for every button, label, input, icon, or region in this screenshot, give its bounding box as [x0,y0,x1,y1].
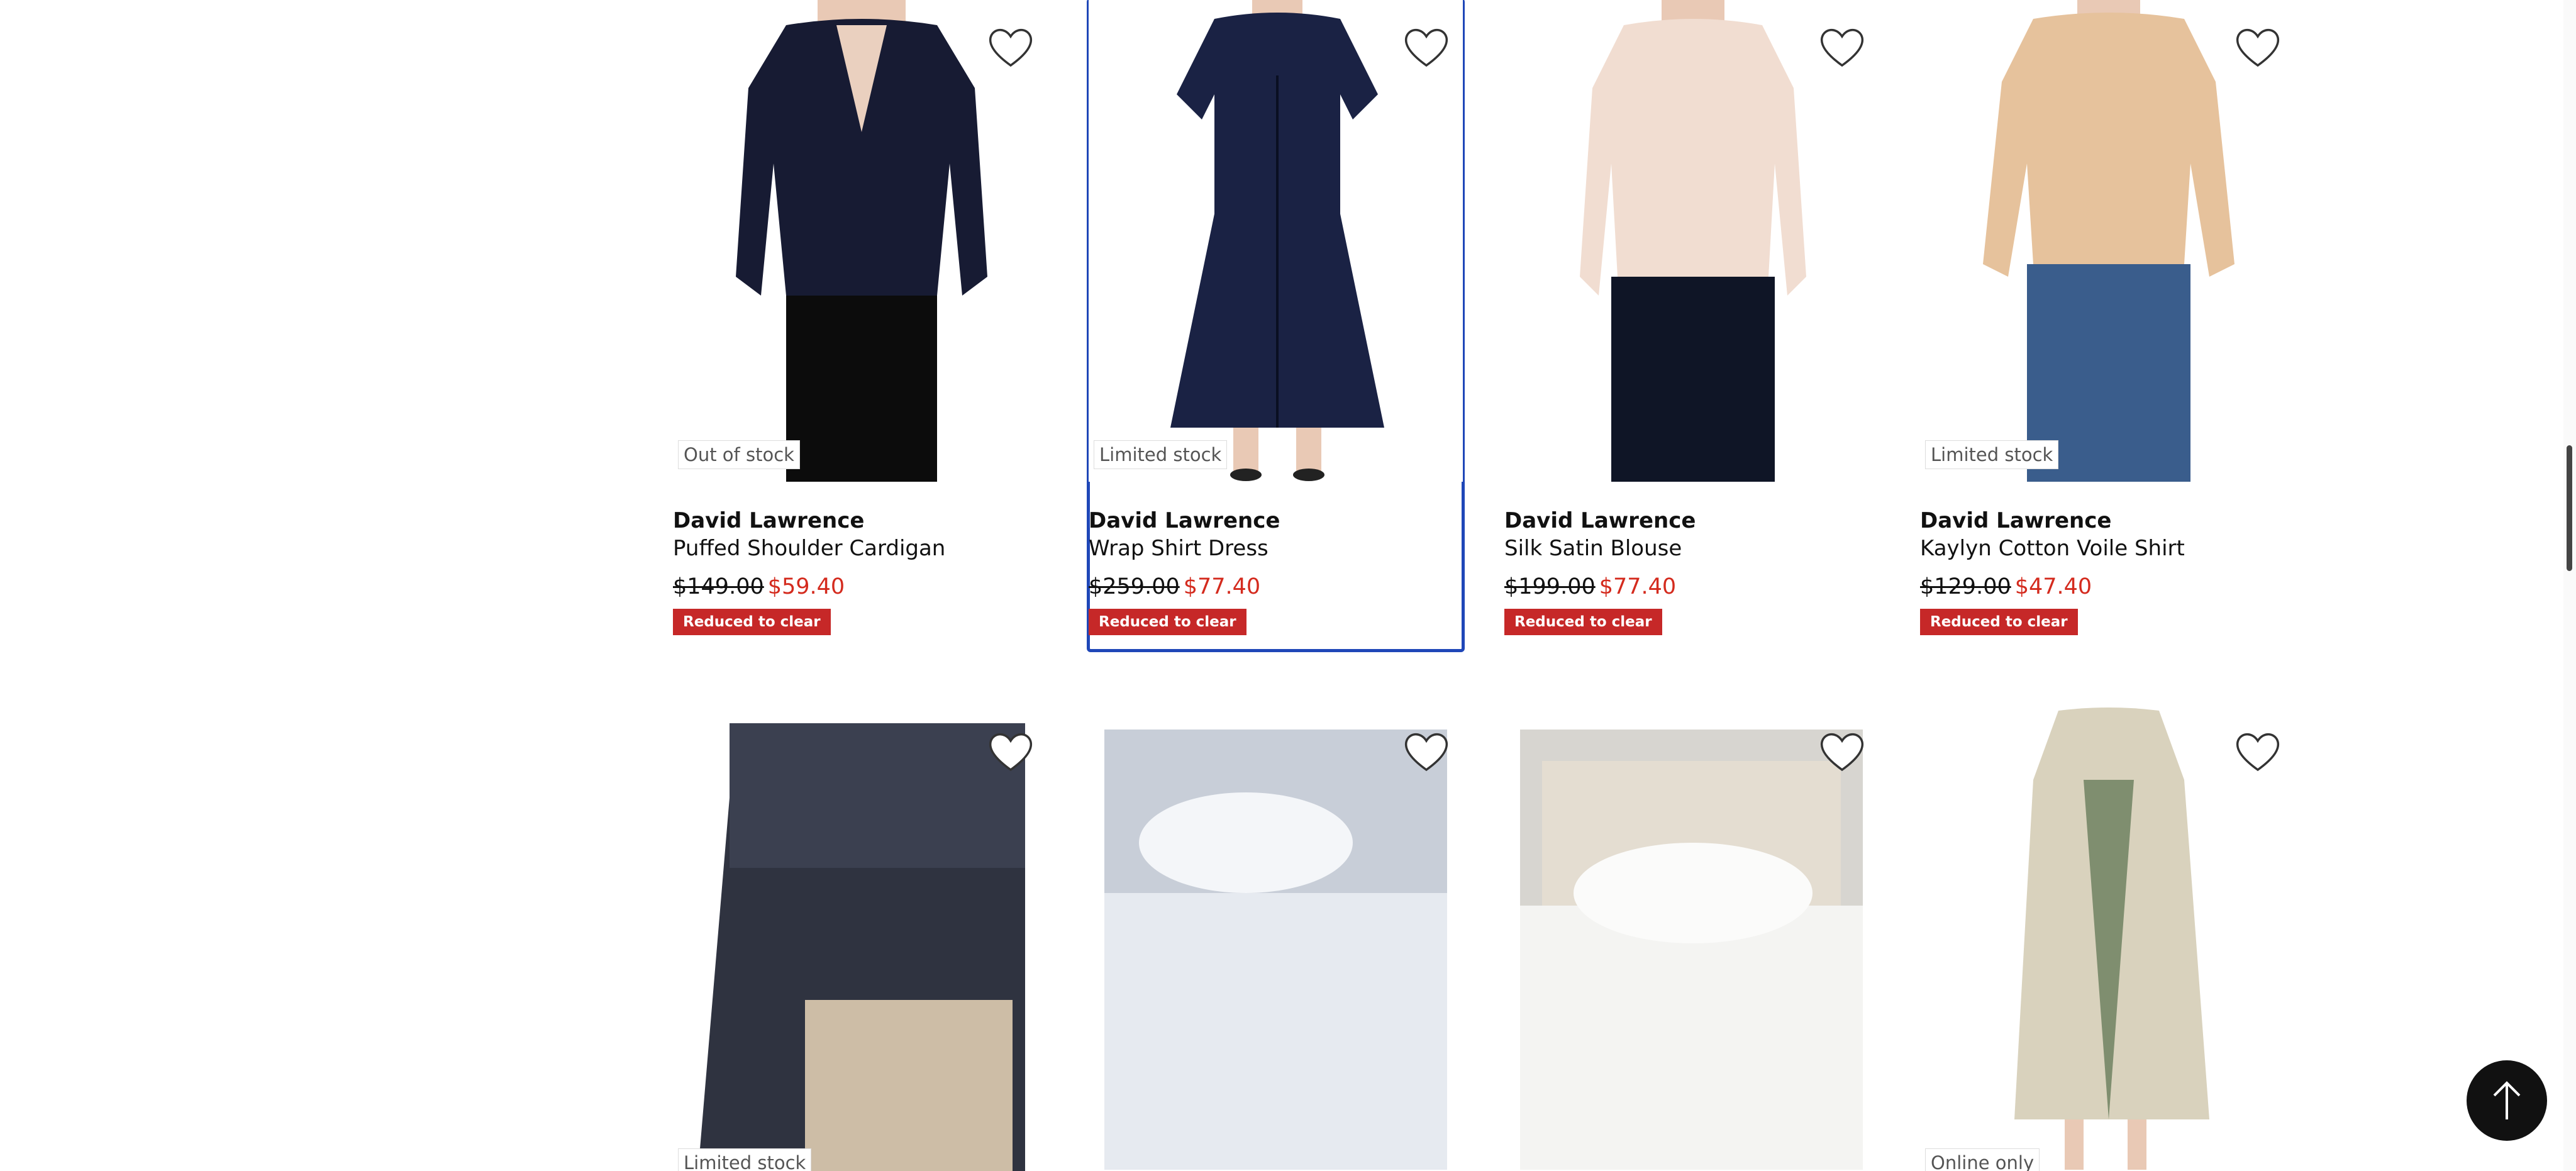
product-image[interactable] [1089,0,1463,482]
original-price: $199.00 [1504,574,1596,599]
heart-outline-icon[interactable] [1401,24,1452,70]
product-name[interactable]: Kaylyn Cotton Voile Shirt [1920,536,2185,561]
scrollbar[interactable] [2563,0,2576,1171]
reduced-badge: Reduced to clear [1504,609,1662,635]
product-name[interactable]: Wrap Shirt Dress [1089,536,1269,561]
product-card[interactable]: Limited stock David Lawrence Kaylyn Cott… [1920,0,2294,650]
heart-outline-icon[interactable] [985,24,1036,70]
sale-price: $47.40 [2014,574,2092,599]
stock-status-label: Limited stock [1094,440,1228,469]
heart-outline-icon[interactable] [1817,24,1867,70]
reduced-badge: Reduced to clear [1089,609,1246,635]
product-card[interactable] [1504,704,1879,1171]
price-group: $199.00 $77.40 [1504,574,1676,599]
product-card[interactable]: Out of stock David Lawrence Puffed Shoul… [673,0,1047,650]
heart-outline-icon[interactable] [1401,728,1452,775]
stock-status-label: Limited stock [1925,440,2059,469]
sale-price: $77.40 [1599,574,1677,599]
heart-outline-icon[interactable] [2233,24,2283,70]
product-brand: David Lawrence [673,508,865,533]
sale-price: $59.40 [767,574,845,599]
product-card[interactable]: Online only [1920,704,2294,1171]
product-image[interactable] [673,0,1047,482]
heart-outline-icon[interactable] [2233,728,2283,775]
scrollbar-thumb[interactable] [2567,445,2572,571]
product-name[interactable]: Puffed Shoulder Cardigan [673,536,945,561]
product-brand: David Lawrence [1920,508,2112,533]
stock-status-label: Out of stock [678,440,800,469]
arrow-up-icon [2493,1081,2521,1119]
stock-status-label: Online only [1925,1148,2040,1171]
product-image[interactable] [1920,0,2294,482]
product-brand: David Lawrence [1504,508,1696,533]
product-card[interactable]: Limited stock [673,704,1047,1171]
reduced-badge: Reduced to clear [673,609,831,635]
heart-outline-icon[interactable] [1817,728,1867,775]
original-price: $259.00 [1089,574,1180,599]
product-card[interactable]: Limited stock David Lawrence Wrap Shirt … [1087,0,1465,652]
product-brand: David Lawrence [1089,508,1280,533]
sale-price: $77.40 [1183,574,1261,599]
price-group: $149.00 $59.40 [673,574,845,599]
heart-outline-icon[interactable] [985,728,1036,775]
original-price: $129.00 [1920,574,2011,599]
product-card[interactable] [1089,704,1463,1171]
product-image[interactable] [1504,0,1879,482]
original-price: $149.00 [673,574,764,599]
product-card[interactable]: David Lawrence Silk Satin Blouse $199.00… [1504,0,1879,650]
reduced-badge: Reduced to clear [1920,609,2078,635]
back-to-top-button[interactable] [2467,1060,2547,1141]
price-group: $129.00 $47.40 [1920,574,2092,599]
product-name[interactable]: Silk Satin Blouse [1504,536,1682,561]
price-group: $259.00 $77.40 [1089,574,1260,599]
stock-status-label: Limited stock [678,1148,812,1171]
